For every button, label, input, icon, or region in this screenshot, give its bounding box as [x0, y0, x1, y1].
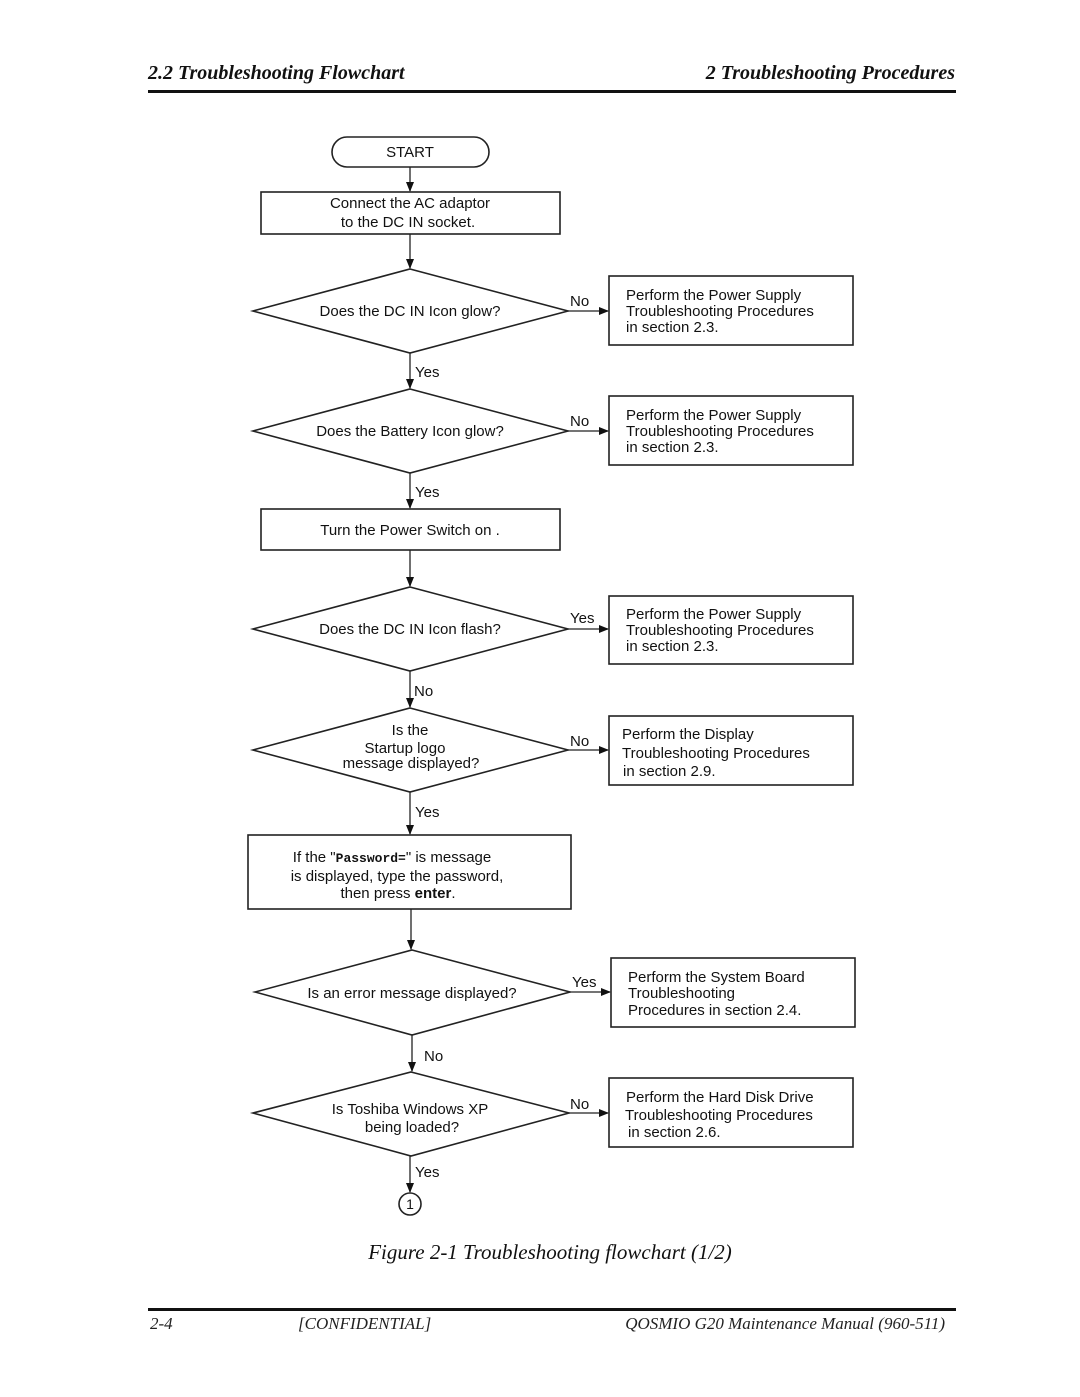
action-text: Troubleshooting	[628, 985, 735, 1002]
branch-label-no: No	[424, 1048, 443, 1065]
action-text: in section 2.3.	[626, 319, 719, 336]
start-terminator: START	[331, 136, 490, 168]
decision-windows-loaded: Is Toshiba Windows XP being loaded?	[249, 1071, 573, 1157]
branch-label-yes: Yes	[415, 804, 439, 821]
action-text: Perform the Power Supply	[626, 407, 802, 424]
decision-error-message: Is an error message displayed?	[251, 949, 574, 1036]
decision-text: Is an error message displayed?	[307, 985, 516, 1002]
step-power-on: Turn the Power Switch on .	[260, 508, 561, 551]
action-text: Troubleshooting Procedures	[626, 622, 814, 639]
action-text: Perform the Power Supply	[626, 287, 802, 304]
action-text: in section 2.3.	[626, 638, 719, 655]
step-text: is displayed, type the password,	[291, 868, 504, 885]
action-text: Perform the Display	[622, 726, 754, 743]
step-text: to the DC IN socket.	[341, 214, 475, 231]
decision-text: Is Toshiba Windows XP	[332, 1101, 488, 1118]
step-text: Connect the AC adaptor	[330, 195, 490, 212]
troubleshooting-flowchart: START Connect the AC adaptor to the DC I…	[247, 136, 856, 1216]
decision-text: Does the Battery Icon glow?	[316, 423, 504, 440]
footer-rule	[148, 1308, 956, 1311]
branch-label-yes: Yes	[415, 484, 439, 501]
decision-dc-in-flash: Does the DC IN Icon flash?	[249, 586, 572, 672]
decision-dc-in-glow: Does the DC IN Icon glow?	[249, 268, 572, 354]
action-text: Troubleshooting Procedures	[626, 303, 814, 320]
step-text: If the "Password=" is message	[293, 849, 491, 866]
branch-label-no: No	[570, 293, 589, 310]
branch-label-no: No	[570, 733, 589, 750]
step-enter-password: If the "Password=" is message is display…	[247, 834, 572, 910]
decision-text: being loaded?	[365, 1119, 459, 1136]
action-text: Procedures in section 2.4.	[628, 1002, 801, 1019]
action-hard-disk-drive: Perform the Hard Disk Drive Troubleshoot…	[608, 1077, 854, 1148]
decision-text: Does the DC IN Icon flash?	[319, 621, 501, 638]
action-text: in section 2.3.	[626, 439, 719, 456]
figure-caption: Figure 2-1 Troubleshooting flowchart (1/…	[368, 1240, 732, 1264]
offpage-connector: 1	[398, 1192, 422, 1216]
footer-manual-title: QOSMIO G20 Maintenance Manual (960-511)	[625, 1314, 945, 1333]
action-power-supply-2: Perform the Power Supply Troubleshooting…	[608, 395, 854, 466]
action-text: Perform the Power Supply	[626, 606, 802, 623]
action-display: Perform the Display Troubleshooting Proc…	[608, 715, 854, 786]
decision-text: message displayed?	[343, 755, 480, 772]
branch-label-no: No	[414, 683, 433, 700]
step-text: Turn the Power Switch on .	[320, 522, 500, 539]
action-text: Troubleshooting Procedures	[626, 423, 814, 440]
branch-label-yes: Yes	[415, 364, 439, 381]
decision-battery-glow: Does the Battery Icon glow?	[249, 388, 572, 474]
connector-number: 1	[406, 1196, 414, 1212]
branch-label-yes: Yes	[572, 974, 596, 991]
decision-startup-logo: Is the Startup logo message displayed?	[249, 707, 572, 793]
decision-text: Does the DC IN Icon glow?	[320, 303, 501, 320]
action-text: Troubleshooting Procedures	[625, 1107, 813, 1124]
step-text: then press enter.	[340, 885, 455, 902]
branch-label-yes: Yes	[570, 610, 594, 627]
action-power-supply-1: Perform the Power Supply Troubleshooting…	[608, 275, 854, 346]
action-text: Perform the Hard Disk Drive	[626, 1089, 814, 1106]
action-text: in section 2.6.	[628, 1124, 721, 1141]
action-text: Perform the System Board	[628, 969, 805, 986]
action-text: Troubleshooting Procedures	[622, 745, 810, 762]
branch-label-yes: Yes	[415, 1164, 439, 1181]
branch-label-no: No	[570, 413, 589, 430]
branch-label-no: No	[570, 1096, 589, 1113]
step-connect-ac: Connect the AC adaptor to the DC IN sock…	[260, 191, 561, 235]
action-system-board: Perform the System Board Troubleshooting…	[610, 957, 856, 1028]
action-text: in section 2.9.	[623, 763, 716, 780]
footer-confidential: [CONFIDENTIAL]	[298, 1314, 432, 1333]
action-power-supply-3: Perform the Power Supply Troubleshooting…	[608, 595, 854, 665]
start-label: START	[386, 144, 434, 161]
decision-text: Is the	[392, 722, 429, 739]
footer-page-number: 2-4	[150, 1314, 173, 1333]
